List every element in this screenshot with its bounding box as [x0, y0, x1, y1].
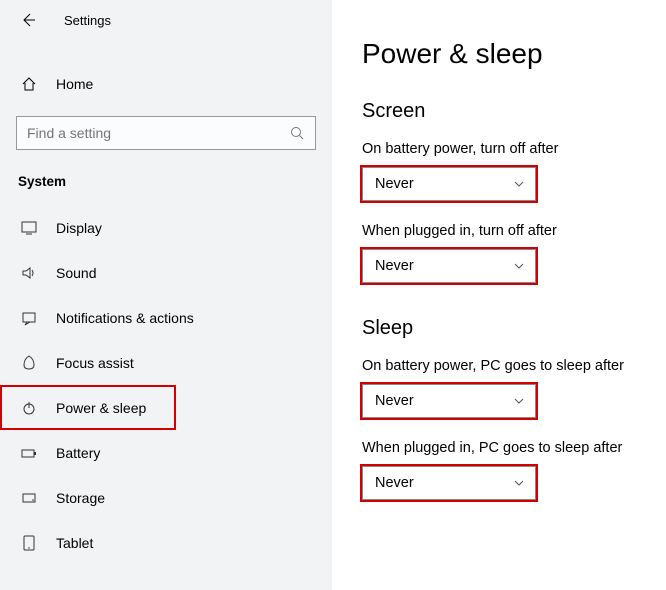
dropdown-value: Never [375, 258, 414, 274]
titlebar: Settings [0, 0, 332, 40]
main-content: Power & sleep Screen On battery power, t… [332, 0, 666, 590]
chevron-down-icon [513, 477, 525, 489]
focus-icon [18, 354, 40, 372]
dropdown-sleep-battery[interactable]: Never [362, 384, 536, 418]
chevron-down-icon [513, 178, 525, 190]
sidebar-item-label: Focus assist [56, 355, 134, 371]
home-nav[interactable]: Home [0, 64, 332, 104]
dropdown-screen-battery[interactable]: Never [362, 167, 536, 201]
sidebar-item-notifications[interactable]: Notifications & actions [0, 295, 332, 340]
back-arrow-icon [20, 12, 36, 28]
window-title: Settings [64, 13, 111, 28]
sidebar-item-tablet[interactable]: Tablet [0, 520, 332, 565]
sidebar-item-label: Notifications & actions [56, 310, 194, 326]
sidebar-item-label: Battery [56, 445, 100, 461]
search-input[interactable] [27, 125, 289, 141]
field-screen-plugged: When plugged in, turn off after Never [362, 223, 666, 283]
chevron-down-icon [513, 395, 525, 407]
dropdown-sleep-plugged[interactable]: Never [362, 466, 536, 500]
tablet-icon [18, 534, 40, 552]
page-title: Power & sleep [362, 38, 666, 70]
field-screen-battery: On battery power, turn off after Never [362, 141, 666, 201]
sidebar-item-label: Storage [56, 490, 105, 506]
sidebar-item-label: Power & sleep [56, 400, 146, 416]
sidebar-item-label: Sound [56, 265, 96, 281]
field-label: On battery power, turn off after [362, 141, 666, 157]
back-button[interactable] [16, 8, 40, 32]
sidebar-item-label: Display [56, 220, 102, 236]
section-label: System [18, 174, 332, 189]
sidebar-item-storage[interactable]: Storage [0, 475, 332, 520]
chevron-down-icon [513, 260, 525, 272]
dropdown-value: Never [375, 475, 414, 491]
storage-icon [18, 489, 40, 507]
sidebar-item-sound[interactable]: Sound [0, 250, 332, 295]
sidebar-item-battery[interactable]: Battery [0, 430, 332, 475]
search-icon [289, 125, 305, 141]
battery-icon [18, 444, 40, 462]
field-label: On battery power, PC goes to sleep after [362, 358, 666, 374]
sidebar: Settings Home System Display [0, 0, 332, 590]
dropdown-value: Never [375, 176, 414, 192]
home-icon [18, 75, 40, 93]
sidebar-item-label: Tablet [56, 535, 93, 551]
sidebar-item-power-sleep[interactable]: Power & sleep [0, 385, 176, 430]
sidebar-item-focus-assist[interactable]: Focus assist [0, 340, 332, 385]
display-icon [18, 219, 40, 237]
field-label: When plugged in, PC goes to sleep after [362, 440, 666, 456]
dropdown-screen-plugged[interactable]: Never [362, 249, 536, 283]
sidebar-item-display[interactable]: Display [0, 205, 332, 250]
dropdown-value: Never [375, 393, 414, 409]
field-label: When plugged in, turn off after [362, 223, 666, 239]
sound-icon [18, 264, 40, 282]
home-label: Home [56, 76, 93, 92]
search-box[interactable] [16, 116, 316, 150]
group-heading-sleep: Sleep [362, 317, 666, 340]
nav-list: Display Sound Notifications & actions Fo… [0, 205, 332, 565]
group-heading-screen: Screen [362, 100, 666, 123]
notifications-icon [18, 309, 40, 327]
settings-window: Settings Home System Display [0, 0, 666, 590]
field-sleep-plugged: When plugged in, PC goes to sleep after … [362, 440, 666, 500]
power-icon [18, 399, 40, 417]
field-sleep-battery: On battery power, PC goes to sleep after… [362, 358, 666, 418]
